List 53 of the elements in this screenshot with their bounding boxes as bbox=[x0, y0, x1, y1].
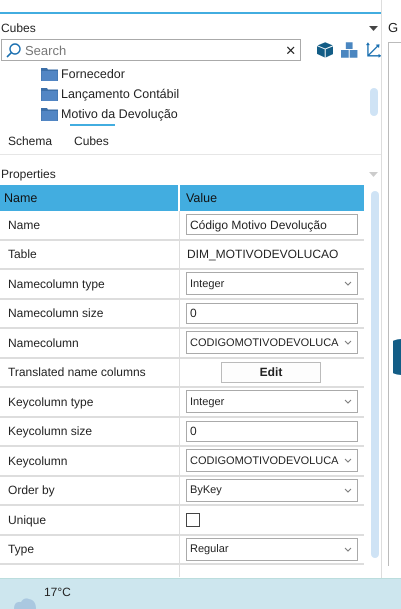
dropdown[interactable]: Regular bbox=[186, 538, 358, 561]
scrollbar[interactable] bbox=[370, 88, 378, 116]
folder-icon bbox=[41, 67, 58, 81]
property-name: Keycolumn bbox=[8, 454, 68, 468]
property-name: Keycolumn size bbox=[8, 424, 92, 438]
temperature[interactable]: 17°C bbox=[44, 585, 71, 599]
clear-button[interactable]: × bbox=[286, 42, 296, 58]
dropdown[interactable]: Integer bbox=[186, 390, 358, 414]
dropdown[interactable]: ByKey bbox=[186, 478, 358, 502]
property-name: Unique bbox=[8, 512, 46, 527]
property-name: Namecolumn bbox=[8, 336, 79, 350]
property-name: Namecolumn type bbox=[8, 276, 105, 291]
cube-icon[interactable] bbox=[316, 42, 334, 58]
caret-icon bbox=[344, 399, 352, 404]
search-icon bbox=[6, 42, 21, 58]
tab[interactable]: Cubes bbox=[70, 124, 115, 154]
caret-icon bbox=[344, 546, 352, 552]
property-name: Table bbox=[8, 247, 37, 262]
panel-title: Cubes bbox=[1, 21, 36, 35]
property-name: Type bbox=[8, 542, 34, 556]
scrollbar[interactable] bbox=[371, 191, 379, 558]
folder-icon bbox=[41, 107, 58, 121]
dropdown-icon[interactable] bbox=[369, 26, 378, 30]
column-header: Value bbox=[185, 190, 218, 207]
tab[interactable]: G bbox=[382, 20, 401, 40]
tree-item[interactable]: Motivo da Devolução bbox=[61, 107, 178, 121]
property-value: DIM_MOTIVODEVOLUCAO bbox=[186, 247, 338, 262]
checkbox[interactable] bbox=[186, 512, 200, 527]
property-name: Order by bbox=[8, 483, 55, 498]
caret-icon bbox=[344, 340, 352, 346]
panel-title: Properties bbox=[1, 167, 56, 181]
tab[interactable]: Schema bbox=[4, 124, 58, 154]
tree-item[interactable]: Lançamento Contábil bbox=[61, 87, 180, 101]
tree-item[interactable]: Fornecedor bbox=[61, 67, 125, 81]
folder-icon bbox=[41, 87, 58, 101]
caret-icon bbox=[344, 458, 352, 464]
caret-icon bbox=[344, 281, 352, 286]
property-name: Keycolumn type bbox=[8, 394, 94, 409]
caret-icon bbox=[344, 488, 352, 493]
property-name: Translated name columns bbox=[8, 365, 146, 380]
dropdown[interactable]: CODIGOMOTIVODEVOLUCA bbox=[186, 449, 358, 472]
input-field[interactable]: Código Motivo Devolução bbox=[186, 214, 358, 236]
search-field[interactable]: Search × bbox=[1, 39, 301, 61]
property-name: Namecolumn size bbox=[8, 306, 104, 320]
edit-button[interactable]: Edit bbox=[221, 362, 321, 383]
dropdown[interactable]: CODIGOMOTIVODEVOLUCA bbox=[186, 331, 358, 354]
dropdown[interactable]: Integer bbox=[186, 272, 358, 296]
input-field[interactable]: 0 bbox=[186, 302, 358, 324]
input-field[interactable]: 0 bbox=[186, 420, 358, 442]
axes-icon[interactable] bbox=[366, 42, 382, 58]
column-header: Name bbox=[0, 185, 180, 211]
stacked-cubes-icon[interactable] bbox=[341, 42, 358, 58]
property-name: Name bbox=[8, 218, 40, 232]
